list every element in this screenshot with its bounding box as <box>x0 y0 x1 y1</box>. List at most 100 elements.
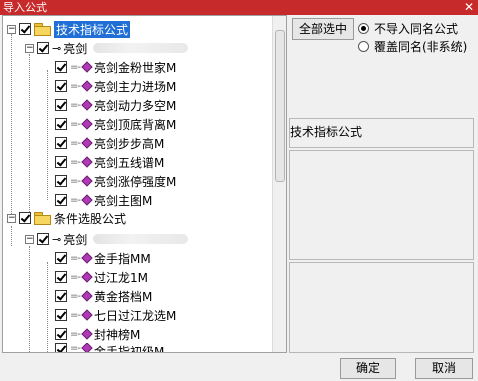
tree-item-label: 亮剑步步高M <box>94 136 165 151</box>
connector-icon: =‑ <box>70 175 81 187</box>
redacted-text <box>93 43 189 53</box>
formula-icon <box>82 62 90 72</box>
close-icon[interactable]: ✕ <box>464 0 474 14</box>
connector-icon: =‑ <box>70 137 81 149</box>
checkbox[interactable] <box>55 175 67 187</box>
tree-item-label: 亮剑五线谱M <box>94 155 165 170</box>
radio-overwrite-duplicates[interactable]: 覆盖同名(非系统) <box>358 38 467 55</box>
collapse-icon[interactable]: − <box>7 213 16 223</box>
tree-item[interactable]: =‑ 金手指MM <box>55 249 151 267</box>
tree-item-label: 亮剑顶底背离M <box>94 117 177 132</box>
tree-item-label: 封神榜M <box>94 327 141 342</box>
collapse-icon[interactable]: − <box>7 24 16 34</box>
redacted-text <box>93 234 189 244</box>
scrollbar-thumb[interactable] <box>275 30 285 182</box>
checkbox[interactable] <box>55 61 67 73</box>
tree-item-label: 七日过江龙选M <box>94 308 177 323</box>
radio-no-import-duplicates[interactable]: 不导入同名公式 <box>358 20 458 37</box>
tree-item[interactable]: =‑ 亮剑五线谱M <box>55 153 164 171</box>
tree-node-group-1[interactable]: − 技术指标公式 <box>7 20 131 38</box>
info-panel-detail <box>289 262 474 353</box>
formula-icon <box>82 291 90 301</box>
tree-item[interactable]: =‑ 封神榜M <box>55 325 140 343</box>
connector-icon: =‑ <box>70 61 81 73</box>
checkbox[interactable] <box>55 252 67 264</box>
tree-item-label: 亮剑主力进场M <box>94 79 177 94</box>
connector-icon: =‑ <box>70 290 81 302</box>
formula-icon <box>82 119 90 129</box>
tree-item[interactable]: =‑ 亮剑顶底背离M <box>55 115 176 133</box>
connector-icon: =‑ <box>70 80 81 92</box>
tree-item-label: 黄金搭档M <box>94 289 153 304</box>
tree-item-label: 亮剑主图M <box>94 193 153 208</box>
checkbox[interactable] <box>55 309 67 321</box>
formula-icon <box>82 253 90 263</box>
formula-icon <box>82 329 90 339</box>
select-all-button[interactable]: 全部选中 <box>292 18 354 40</box>
checkbox[interactable] <box>37 233 49 245</box>
collapse-icon[interactable]: − <box>25 234 34 244</box>
checkbox[interactable] <box>55 194 67 206</box>
connector-icon: =‑ <box>70 343 81 353</box>
tree-item[interactable]: =‑ 亮剑主力进场M <box>55 77 176 95</box>
checkbox[interactable] <box>55 290 67 302</box>
panel-title: 技术指标公式 <box>290 125 363 139</box>
checkbox[interactable] <box>19 23 31 35</box>
tree-node-sub-2[interactable]: − ⊸ 亮剑 <box>25 230 189 248</box>
checkbox[interactable] <box>55 271 67 283</box>
radio-button[interactable] <box>358 41 369 52</box>
tree-item[interactable]: =‑ 金手指初级M <box>55 343 165 353</box>
radio-button[interactable] <box>358 23 369 34</box>
tree-scrollbar[interactable] <box>272 16 286 352</box>
tree-item-label: 亮剑涨停强度M <box>94 174 177 189</box>
checkbox[interactable] <box>37 42 49 54</box>
checkbox[interactable] <box>19 212 31 224</box>
connector-icon: =‑ <box>70 118 81 130</box>
checkbox[interactable] <box>55 343 67 352</box>
collapse-icon[interactable]: − <box>25 43 34 53</box>
formula-icon <box>82 272 90 282</box>
ok-button[interactable]: 确定 <box>340 358 396 379</box>
formula-icon <box>82 195 90 205</box>
formula-tree[interactable]: − 技术指标公式 − ⊸ 亮剑 =‑ 亮剑金粉世家M =‑ 亮剑主力进场M =‑… <box>2 15 287 353</box>
connector-icon: =‑ <box>70 271 81 283</box>
checkbox[interactable] <box>55 137 67 149</box>
formula-icon <box>82 176 90 186</box>
tree-item[interactable]: =‑ 亮剑金粉世家M <box>55 58 176 76</box>
checkbox[interactable] <box>55 118 67 130</box>
tree-item[interactable]: =‑ 亮剑涨停强度M <box>55 172 176 190</box>
cancel-button[interactable]: 取消 <box>415 358 473 379</box>
connector-icon: =‑ <box>70 194 81 206</box>
formula-icon <box>82 81 90 91</box>
checkbox[interactable] <box>55 99 67 111</box>
tree-item[interactable]: =‑ 七日过江龙选M <box>55 306 176 324</box>
connector-icon: =‑ <box>70 309 81 321</box>
tree-item[interactable]: =‑ 亮剑动力多空M <box>55 96 176 114</box>
tree-item[interactable]: =‑ 亮剑主图M <box>55 191 152 209</box>
folder-icon <box>34 23 51 36</box>
tree-item[interactable]: =‑ 过江龙1M <box>55 268 148 286</box>
tree-item[interactable]: =‑ 黄金搭档M <box>55 287 152 305</box>
tree-node-sub-1[interactable]: − ⊸ 亮剑 <box>25 39 189 57</box>
formula-icon <box>82 100 90 110</box>
tree-node-label: 条件选股公式 <box>54 211 127 226</box>
tree-item[interactable]: =‑ 亮剑步步高M <box>55 134 164 152</box>
tree-item-label: 金手指初级M <box>94 345 165 353</box>
tree-node-label: 亮剑 <box>63 232 88 247</box>
connector-icon: =‑ <box>70 328 81 340</box>
checkbox[interactable] <box>55 156 67 168</box>
tree-node-label: 亮剑 <box>63 41 88 56</box>
connector-icon: =‑ <box>70 252 81 264</box>
formula-icon <box>82 343 90 352</box>
formula-icon <box>82 138 90 148</box>
tree-node-group-2[interactable]: − 条件选股公式 <box>7 209 126 227</box>
info-panel-body <box>289 150 474 260</box>
connector-icon: =‑ <box>70 99 81 111</box>
formula-icon <box>82 310 90 320</box>
checkbox[interactable] <box>55 328 67 340</box>
connector-icon: =‑ <box>70 156 81 168</box>
folder-icon <box>34 212 51 225</box>
tree-item-label: 亮剑动力多空M <box>94 98 177 113</box>
checkbox[interactable] <box>55 80 67 92</box>
tree-item-label: 亮剑金粉世家M <box>94 60 177 75</box>
